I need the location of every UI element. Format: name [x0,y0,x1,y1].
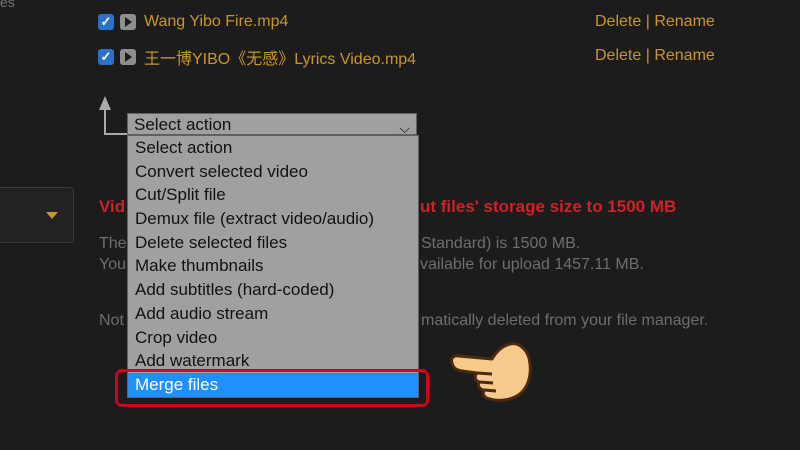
file-actions: Delete | Rename [595,47,715,65]
option-make-thumbnails[interactable]: Make thumbnails [128,254,418,278]
action-select-value: Select action [134,115,232,134]
note-left: Not [99,312,124,329]
action-separator: | [645,13,650,30]
arrow-connector-foot [104,133,127,135]
rename-link[interactable]: Rename [654,47,714,64]
play-icon[interactable] [120,14,136,30]
action-dropdown-list: Select action Convert selected video Cut… [127,135,419,398]
delete-link[interactable]: Delete [595,13,641,30]
rename-link[interactable]: Rename [654,13,714,30]
upload-info-left: You [99,256,126,273]
file-checkbox[interactable]: ✓ [98,14,114,30]
file-name[interactable]: 王一博YIBO《无感》Lyrics Video.mp4 [144,45,416,69]
option-select-action[interactable]: Select action [128,136,418,160]
note-right: matically deleted from your file manager… [421,312,709,329]
plan-info-right: Standard) is 1500 MB. [421,235,581,252]
option-add-subtitles[interactable]: Add subtitles (hard-coded) [128,278,418,302]
file-checkbox[interactable]: ✓ [98,49,114,65]
storage-warning-right: ut files' storage size to 1500 MB [420,197,677,216]
option-convert-video[interactable]: Convert selected video [128,160,418,184]
highlight-box [115,369,429,407]
option-add-audio[interactable]: Add audio stream [128,302,418,326]
arrow-up-icon [99,96,111,110]
option-cut-split[interactable]: Cut/Split file [128,183,418,207]
plan-info-left: The [99,235,127,252]
caret-down-icon [46,212,58,219]
pointing-hand-icon [450,342,532,402]
file-name[interactable]: Wang Yibo Fire.mp4 [144,13,288,31]
file-row: ✓ 王一博YIBO《无感》Lyrics Video.mp4 [98,45,416,69]
action-separator: | [645,47,650,64]
sidebar-dropdown[interactable] [0,187,74,243]
option-crop-video[interactable]: Crop video [128,326,418,350]
cropped-sidebar-text: es [0,0,15,10]
file-row: ✓ Wang Yibo Fire.mp4 [98,12,288,32]
delete-link[interactable]: Delete [595,47,641,64]
play-icon[interactable] [120,49,136,65]
storage-warning-left: Vid [99,197,126,216]
action-select[interactable]: Select action ⌵ [127,113,417,136]
option-demux[interactable]: Demux file (extract video/audio) [128,207,418,231]
option-delete-files[interactable]: Delete selected files [128,231,418,255]
file-actions: Delete | Rename [595,13,715,31]
arrow-connector [104,110,106,134]
upload-info-right: vailable for upload 1457.11 MB. [420,256,644,273]
